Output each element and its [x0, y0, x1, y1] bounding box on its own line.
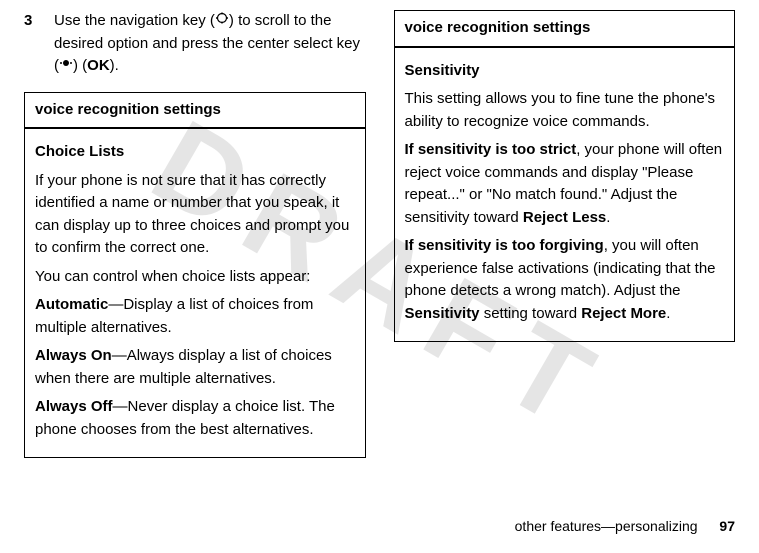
page-content: 3 Use the navigation key () to scroll to… [0, 0, 759, 458]
step-number: 3 [24, 10, 36, 78]
choice-lists-control: You can control when choice lists appear… [35, 266, 355, 289]
right-box-header: voice recognition settings [395, 11, 735, 48]
reject-less-label: Reject Less [523, 209, 606, 226]
right-settings-box: voice recognition settings Sensitivity T… [394, 10, 736, 342]
forgiving-end: . [666, 305, 670, 322]
forgiving-mid: setting toward [480, 305, 582, 322]
option-automatic: Automatic—Display a list of choices from… [35, 294, 355, 339]
option-always-off: Always Off—Never display a choice list. … [35, 396, 355, 441]
navigation-key-icon [215, 10, 229, 33]
step-text-part-c: ) ( [73, 57, 87, 74]
strict-end: . [606, 209, 610, 226]
sensitivity-strict: If sensitivity is too strict, your phone… [405, 139, 725, 229]
option-always-on-label: Always On [35, 347, 112, 364]
right-column: voice recognition settings Sensitivity T… [394, 10, 736, 458]
left-box-header: voice recognition settings [25, 93, 365, 130]
sensitivity-label: Sensitivity [405, 305, 480, 322]
option-always-off-label: Always Off [35, 398, 113, 415]
sensitivity-heading: Sensitivity [405, 60, 725, 83]
step-3: 3 Use the navigation key () to scroll to… [24, 10, 366, 78]
left-settings-box: voice recognition settings Choice Lists … [24, 92, 366, 459]
choice-lists-desc: If your phone is not sure that it has co… [35, 170, 355, 260]
page-footer: other features—personalizing 97 [515, 516, 735, 537]
forgiving-label: If sensitivity is too forgiving [405, 237, 604, 254]
footer-text: other features—personalizing [515, 518, 698, 534]
ok-label: OK [87, 57, 110, 74]
left-box-body: Choice Lists If your phone is not sure t… [25, 129, 365, 457]
step-text: Use the navigation key () to scroll to t… [54, 10, 366, 78]
step-text-part-d: ). [110, 57, 119, 74]
sensitivity-forgiving: If sensitivity is too forgiving, you wil… [405, 235, 725, 325]
option-automatic-label: Automatic [35, 296, 108, 313]
sensitivity-desc: This setting allows you to fine tune the… [405, 88, 725, 133]
step-text-part-a: Use the navigation key ( [54, 12, 215, 29]
center-select-key-icon [59, 55, 73, 78]
choice-lists-heading: Choice Lists [35, 141, 355, 164]
option-always-on: Always On—Always display a list of choic… [35, 345, 355, 390]
page-number: 97 [719, 518, 735, 534]
strict-label: If sensitivity is too strict [405, 141, 577, 158]
left-column: 3 Use the navigation key () to scroll to… [24, 10, 366, 458]
reject-more-label: Reject More [581, 305, 666, 322]
right-box-body: Sensitivity This setting allows you to f… [395, 48, 735, 342]
